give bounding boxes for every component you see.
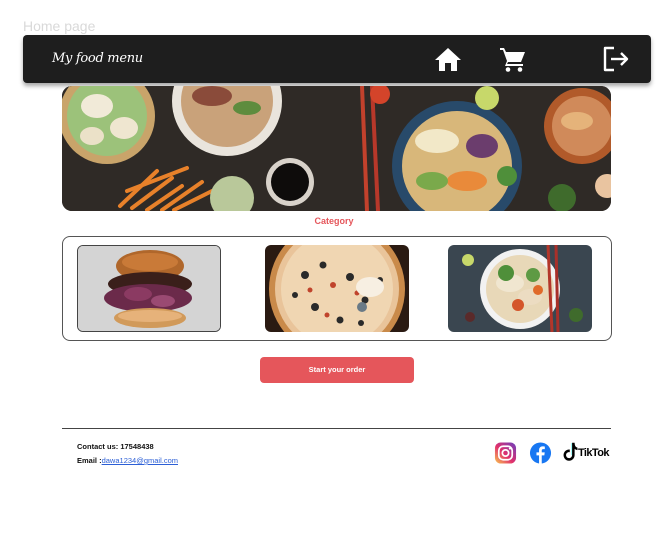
- tiktok-label: TikTok: [578, 447, 609, 459]
- category-noodle-soup-card[interactable]: [448, 245, 592, 332]
- frame-label: Home page: [23, 18, 96, 34]
- cart-icon[interactable]: [497, 43, 529, 75]
- email-link[interactable]: dawa1234@gmail.com: [102, 456, 178, 465]
- logout-icon[interactable]: [600, 43, 632, 75]
- category-pizza-card[interactable]: [265, 245, 409, 332]
- category-list: [62, 236, 612, 341]
- hero-banner-image: [62, 86, 611, 211]
- email-label: Email :: [77, 456, 102, 465]
- instagram-icon[interactable]: [494, 441, 517, 465]
- category-burger-card[interactable]: [77, 245, 221, 332]
- top-navbar: My food menu: [23, 35, 651, 83]
- contact-email-row: Email :dawa1234@gmail.com: [77, 456, 178, 465]
- brand-logo[interactable]: My food menu: [52, 51, 143, 66]
- facebook-icon[interactable]: [529, 441, 552, 465]
- contact-phone: Contact us: 17548438: [77, 442, 154, 451]
- start-order-button[interactable]: Start your order: [260, 357, 414, 383]
- footer-divider: [62, 428, 611, 429]
- tiktok-icon[interactable]: TikTok: [563, 441, 609, 465]
- category-heading: Category: [314, 216, 354, 226]
- home-icon[interactable]: [432, 43, 464, 75]
